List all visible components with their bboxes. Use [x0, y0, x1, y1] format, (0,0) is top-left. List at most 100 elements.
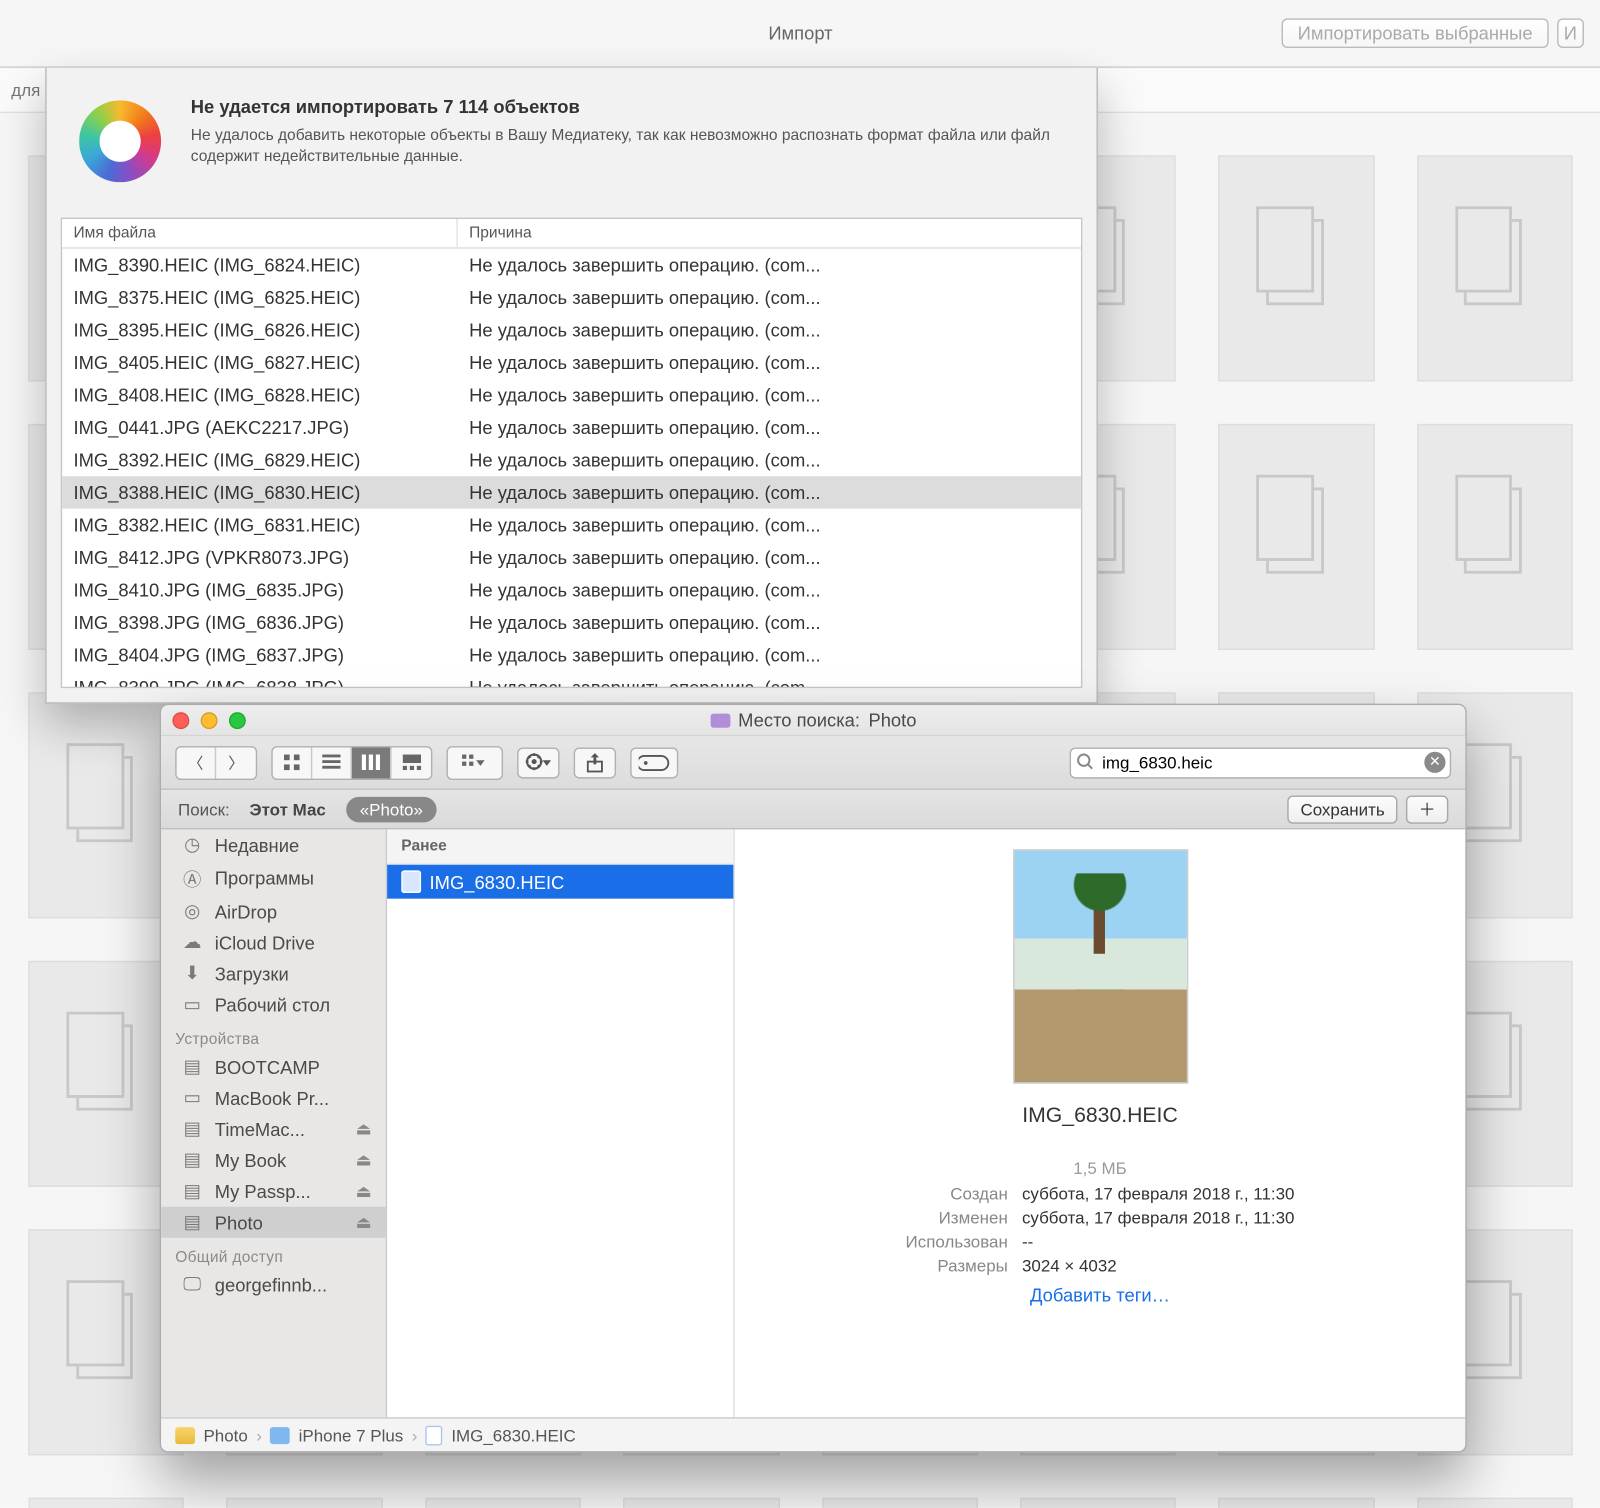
dialog-heading: Не удается импортировать 7 114 объектов: [191, 96, 1068, 117]
sidebar-item-label: My Book: [215, 1149, 286, 1170]
scope-label: Поиск:: [178, 799, 230, 819]
sidebar-item[interactable]: ◎AirDrop: [161, 896, 386, 927]
sidebar-item[interactable]: ▤ Photo ⏏: [161, 1207, 386, 1238]
eject-icon[interactable]: ⏏: [356, 1119, 372, 1139]
meta-dims-val: 3024 × 4032: [1022, 1256, 1295, 1276]
hdd-icon: ▤: [181, 1211, 204, 1234]
app-icon: Ⓐ: [181, 865, 204, 892]
error-row[interactable]: IMG_8392.HEIC (IMG_6829.HEIC)Не удалось …: [62, 444, 1081, 476]
import-all-button-cut[interactable]: И: [1557, 18, 1584, 48]
view-gallery-button[interactable]: [391, 747, 431, 778]
finder-column-1: Ранее IMG_6830.HEIC: [387, 829, 735, 1417]
eject-icon[interactable]: ⏏: [356, 1181, 372, 1201]
sidebar-shared-title: Общий доступ: [161, 1238, 386, 1269]
error-row-reason: Не удалось завершить операцию. (com...: [458, 476, 1081, 508]
finder-search: ✕: [1070, 747, 1452, 778]
hdd-icon: ▤: [181, 1118, 204, 1141]
finder-titlebar[interactable]: Место поиска: Photo: [161, 705, 1465, 736]
eject-icon[interactable]: ⏏: [356, 1150, 372, 1170]
nav-back-button[interactable]: 〈: [177, 747, 217, 778]
arrange-button[interactable]: [448, 747, 502, 778]
view-icons-button[interactable]: [273, 747, 313, 778]
sidebar-item[interactable]: ▭ MacBook Pr...: [161, 1082, 386, 1113]
save-search-button[interactable]: Сохранить: [1288, 795, 1398, 823]
error-row[interactable]: IMG_8410.JPG (IMG_6835.JPG)Не удалось за…: [62, 574, 1081, 606]
search-clear-button[interactable]: ✕: [1424, 751, 1445, 772]
sidebar-item[interactable]: ☁iCloud Drive: [161, 927, 386, 958]
sidebar-item[interactable]: 🖵georgefinnb...: [161, 1269, 386, 1300]
sidebar-item[interactable]: ▤ My Book ⏏: [161, 1145, 386, 1176]
scope-photo[interactable]: «Photo»: [346, 796, 437, 821]
sidebar-item-label: georgefinnb...: [215, 1274, 327, 1295]
laptop-icon: ▭: [181, 1087, 204, 1110]
error-row-reason: Не удалось завершить операцию. (com...: [458, 606, 1081, 638]
error-row[interactable]: IMG_8388.HEIC (IMG_6830.HEIC)Не удалось …: [62, 476, 1081, 508]
view-columns-button[interactable]: [352, 747, 392, 778]
window-close-button[interactable]: [172, 711, 189, 728]
window-minimize-button[interactable]: [201, 711, 218, 728]
sidebar-item-label: Photo: [215, 1212, 263, 1233]
heic-file-icon: [401, 870, 421, 893]
view-list-button[interactable]: [312, 747, 352, 778]
meta-created-val: суббота, 17 февраля 2018 г., 11:30: [1022, 1184, 1295, 1204]
finder-scope-bar: Поиск: Этот Мас «Photo» Сохранить ＋: [161, 790, 1465, 830]
error-row-file: IMG_0441.JPG (AEKC2217.JPG): [62, 411, 458, 443]
nav-forward-button[interactable]: 〉: [216, 747, 256, 778]
share-button[interactable]: [574, 747, 616, 778]
error-row[interactable]: IMG_8390.HEIC (IMG_6824.HEIC)Не удалось …: [62, 249, 1081, 281]
hdd-icon: ▤: [181, 1149, 204, 1172]
error-row[interactable]: IMG_8404.JPG (IMG_6837.JPG)Не удалось за…: [62, 639, 1081, 671]
error-row[interactable]: IMG_8399.JPG (IMG_6838.JPG)Не удалось за…: [62, 671, 1081, 687]
error-col-reason[interactable]: Причина: [458, 219, 1081, 247]
error-row-reason: Не удалось завершить операцию. (com...: [458, 379, 1081, 411]
path-drive-icon: [175, 1426, 195, 1443]
error-col-filename[interactable]: Имя файла: [62, 219, 458, 247]
path-file-icon: [426, 1425, 443, 1445]
error-row[interactable]: IMG_8408.HEIC (IMG_6828.HEIC)Не удалось …: [62, 379, 1081, 411]
sidebar-item[interactable]: ⒶПрограммы: [161, 861, 386, 896]
error-row-file: IMG_8392.HEIC (IMG_6829.HEIC): [62, 444, 458, 476]
column-item-selected[interactable]: IMG_6830.HEIC: [387, 865, 733, 899]
finder-title-prefix: Место поиска:: [738, 709, 860, 730]
error-row-file: IMG_8412.JPG (VPKR8073.JPG): [62, 541, 458, 573]
error-row-reason: Не удалось завершить операцию. (com...: [458, 281, 1081, 313]
error-row-reason: Не удалось завершить операцию. (com...: [458, 249, 1081, 281]
error-row[interactable]: IMG_8398.JPG (IMG_6836.JPG)Не удалось за…: [62, 606, 1081, 638]
scope-this-mac[interactable]: Этот Мас: [244, 796, 332, 821]
import-selected-button[interactable]: Импортировать выбранные: [1282, 18, 1548, 48]
error-row[interactable]: IMG_8405.HEIC (IMG_6827.HEIC)Не удалось …: [62, 346, 1081, 378]
sidebar-item[interactable]: ◷Недавние: [161, 829, 386, 860]
error-row[interactable]: IMG_8395.HEIC (IMG_6826.HEIC)Не удалось …: [62, 314, 1081, 346]
error-row-reason: Не удалось завершить операцию. (com...: [458, 346, 1081, 378]
sidebar-item[interactable]: ▤BOOTCAMP: [161, 1051, 386, 1082]
finder-search-input[interactable]: [1070, 747, 1452, 778]
error-row[interactable]: IMG_8412.JPG (VPKR8073.JPG)Не удалось за…: [62, 541, 1081, 573]
sidebar-item[interactable]: ▭Рабочий стол: [161, 989, 386, 1020]
error-row-file: IMG_8398.JPG (IMG_6836.JPG): [62, 606, 458, 638]
error-row[interactable]: IMG_8382.HEIC (IMG_6831.HEIC)Не удалось …: [62, 509, 1081, 541]
add-rule-button[interactable]: ＋: [1406, 795, 1448, 823]
sidebar-item-label: MacBook Pr...: [215, 1087, 329, 1108]
finder-window: Место поиска: Photo 〈 〉: [160, 704, 1467, 1453]
error-row-file: IMG_8395.HEIC (IMG_6826.HEIC): [62, 314, 458, 346]
sidebar-item[interactable]: ▤TimeMac...⏏: [161, 1113, 386, 1144]
finder-path-bar: Photo › iPhone 7 Plus › IMG_6830.HEIC: [161, 1417, 1465, 1451]
error-row[interactable]: IMG_0441.JPG (AEKC2217.JPG)Не удалось за…: [62, 411, 1081, 443]
import-error-dialog: Не удается импортировать 7 114 объектов …: [45, 68, 1098, 704]
window-zoom-button[interactable]: [229, 711, 246, 728]
action-menu-button[interactable]: [517, 747, 559, 778]
error-row-reason: Не удалось завершить операцию. (com...: [458, 314, 1081, 346]
add-tags-link[interactable]: Добавить теги…: [1030, 1284, 1170, 1305]
error-row[interactable]: IMG_8375.HEIC (IMG_6825.HEIC)Не удалось …: [62, 281, 1081, 313]
path-seg-2[interactable]: iPhone 7 Plus: [299, 1425, 404, 1445]
path-seg-1[interactable]: Photo: [203, 1425, 247, 1445]
finder-toolbar: 〈 〉: [161, 736, 1465, 790]
error-row-file: IMG_8408.HEIC (IMG_6828.HEIC): [62, 379, 458, 411]
path-seg-3[interactable]: IMG_6830.HEIC: [451, 1425, 575, 1445]
error-row-reason: Не удалось завершить операцию. (com...: [458, 671, 1081, 687]
hdd-icon: ▤: [181, 1056, 204, 1079]
eject-icon[interactable]: ⏏: [356, 1212, 372, 1232]
tags-button[interactable]: [630, 747, 678, 778]
sidebar-item[interactable]: ▤My Passp...⏏: [161, 1176, 386, 1207]
sidebar-item[interactable]: ⬇Загрузки: [161, 958, 386, 989]
